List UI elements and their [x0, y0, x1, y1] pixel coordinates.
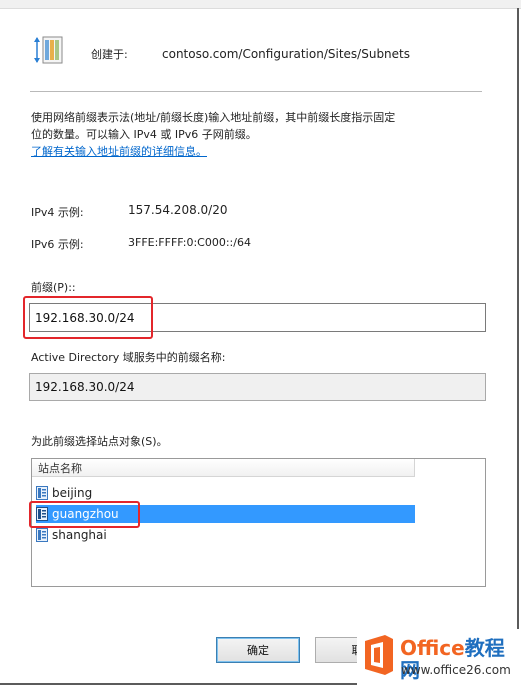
- site-icon: [36, 528, 48, 542]
- watermark-url: www.office26.com: [401, 663, 511, 677]
- ipv6-example-label: IPv6 示例:: [31, 238, 84, 251]
- prefix-label: 前缀(P)::: [31, 281, 76, 294]
- ok-button[interactable]: 确定: [216, 637, 300, 663]
- site-item-beijing[interactable]: beijing: [36, 484, 415, 502]
- site-highlight-box: [29, 501, 140, 528]
- site-select-label: 为此前缀选择站点对象(S)。: [31, 435, 168, 448]
- site-name-column-header[interactable]: 站点名称: [32, 459, 415, 477]
- ipv6-example-value: 3FFE:FFFF:0:C000::/64: [128, 236, 251, 249]
- site-name-column-label: 站点名称: [38, 461, 82, 475]
- ad-prefix-value: 192.168.30.0/24: [35, 380, 135, 394]
- ipv4-example-label: IPv4 示例:: [31, 206, 84, 219]
- created-in-label: 创建于:: [91, 48, 128, 61]
- description-line-2: 位的数量。可以输入 IPv4 或 IPv6 子网前缀。: [31, 128, 257, 141]
- ipv4-example-value: 157.54.208.0/20: [128, 203, 228, 217]
- header-separator: [30, 91, 482, 92]
- site-item-label: beijing: [52, 486, 93, 500]
- description-line-1: 使用网络前缀表示法(地址/前缀长度)输入地址前缀，其中前缀长度指示固定: [31, 111, 396, 124]
- office-logo-icon: [361, 633, 397, 677]
- watermark-brand-office: Office: [400, 636, 465, 660]
- ad-prefix-field: 192.168.30.0/24: [29, 373, 486, 401]
- site-icon: [36, 486, 48, 500]
- site-item-label: shanghai: [52, 528, 107, 542]
- subnet-icon: [33, 34, 65, 66]
- site-item-shanghai[interactable]: shanghai: [36, 526, 415, 544]
- ad-prefix-label: Active Directory 域服务中的前缀名称:: [31, 351, 226, 364]
- learn-more-link[interactable]: 了解有关输入地址前缀的详细信息。: [31, 143, 207, 159]
- container-path: contoso.com/Configuration/Sites/Subnets: [162, 47, 411, 61]
- prefix-highlight-box: [23, 296, 153, 339]
